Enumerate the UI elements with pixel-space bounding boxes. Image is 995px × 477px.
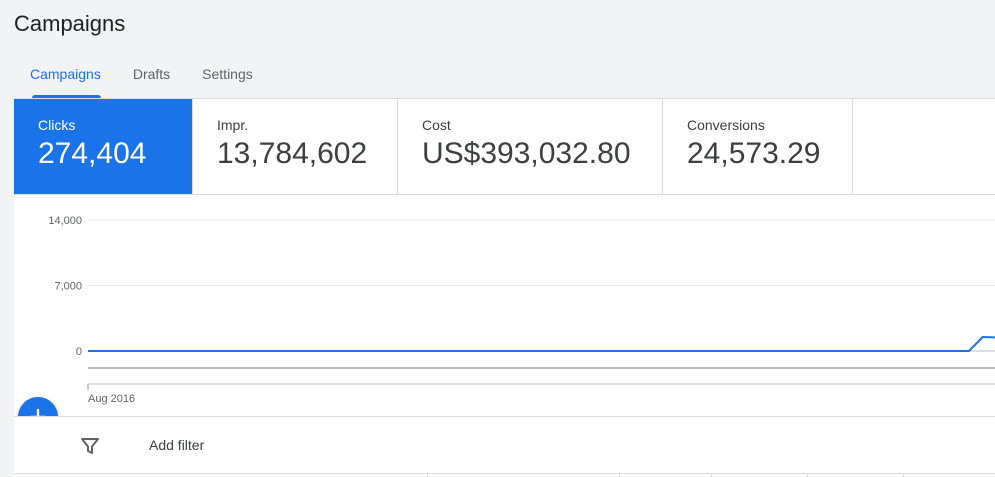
column-divider — [427, 473, 428, 477]
column-divider — [807, 473, 808, 477]
page-title: Campaigns — [14, 11, 126, 36]
metric-label: Cost — [422, 117, 451, 133]
column-divider — [619, 473, 620, 477]
tab-drafts[interactable]: Drafts — [117, 60, 186, 98]
metric-value: 13,784,602 — [217, 137, 368, 170]
table-header — [14, 473, 995, 477]
filter-icon[interactable] — [80, 436, 100, 456]
column-divider — [711, 473, 712, 477]
x-tick-label: Aug 2016 — [88, 393, 135, 405]
add-filter-button[interactable]: Add filter — [149, 437, 204, 453]
performance-chart: 14,000 7,000 0 Aug 2016 — [48, 215, 995, 405]
tab-campaigns[interactable]: Campaigns — [14, 60, 117, 98]
y-tick-label: 14,000 — [48, 215, 82, 227]
tab-settings[interactable]: Settings — [186, 60, 269, 98]
metric-card-clicks[interactable]: Clicks 274,404 — [14, 99, 193, 195]
metric-card-conversions[interactable]: Conversions 24,573.29 — [663, 99, 853, 195]
metric-card-cost[interactable]: Cost US$393,032.80 — [398, 99, 663, 195]
y-tick-label: 7,000 — [54, 281, 82, 293]
metric-label: Clicks — [38, 117, 76, 133]
metric-value: 24,573.29 — [687, 137, 821, 170]
filter-bar: Add filter — [14, 416, 995, 473]
metric-cards: Clicks 274,404 Impr. 13,784,602 Cost US$… — [14, 99, 853, 195]
column-divider — [903, 473, 904, 477]
metric-label: Conversions — [687, 117, 765, 133]
series-line-clicks — [88, 335, 995, 352]
metric-label: Impr. — [217, 117, 249, 133]
metric-card-impressions[interactable]: Impr. 13,784,602 — [193, 99, 398, 195]
tab-bar: Campaigns Drafts Settings — [14, 60, 269, 98]
y-tick-label: 0 — [76, 346, 82, 358]
metric-value: 274,404 — [38, 137, 147, 170]
metric-value: US$393,032.80 — [422, 137, 631, 170]
